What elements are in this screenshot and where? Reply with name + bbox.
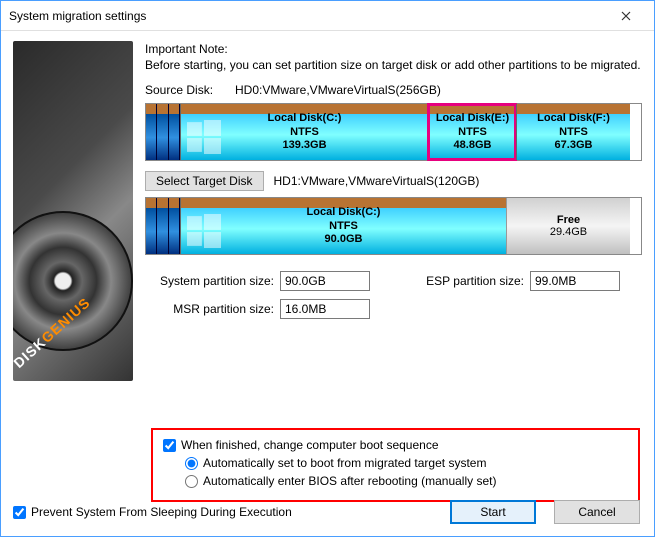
partition-name: Local Disk(F:) bbox=[537, 112, 610, 126]
select-target-disk-button[interactable]: Select Target Disk bbox=[145, 171, 264, 191]
branding-image: DISKGENIUS bbox=[13, 41, 133, 381]
system-partition-size-label: System partition size: bbox=[145, 274, 280, 288]
partition-fs: NTFS bbox=[290, 126, 319, 140]
size-fields: System partition size: ESP partition siz… bbox=[145, 271, 642, 327]
partition-fs: NTFS bbox=[458, 126, 487, 140]
boot-options-block: When finished, change computer boot sequ… bbox=[151, 428, 640, 502]
partition-fs: NTFS bbox=[329, 220, 358, 234]
partition-size: 48.8GB bbox=[454, 139, 492, 153]
close-button[interactable] bbox=[606, 2, 646, 30]
note-heading: Important Note: bbox=[145, 41, 642, 57]
esp-partition-size-label: ESP partition size: bbox=[410, 274, 530, 288]
partition-name: Local Disk(C:) bbox=[268, 112, 342, 126]
windows-icon bbox=[187, 120, 221, 154]
prevent-sleep-row: Prevent System From Sleeping During Exec… bbox=[13, 505, 292, 519]
partition-name: Local Disk(C:) bbox=[307, 206, 381, 220]
esp-partition-size-input[interactable] bbox=[530, 271, 620, 291]
auto-bios-label: Automatically enter BIOS after rebooting… bbox=[203, 474, 496, 488]
system-partition-size-input[interactable] bbox=[280, 271, 370, 291]
auto-boot-label: Automatically set to boot from migrated … bbox=[203, 456, 486, 470]
auto-boot-radio[interactable] bbox=[185, 457, 198, 470]
footer: Prevent System From Sleeping During Exec… bbox=[13, 500, 640, 524]
target-disk-bar: Local Disk(C:)NTFS90.0GBFree29.4GB bbox=[145, 197, 642, 255]
titlebar: System migration settings bbox=[1, 1, 654, 31]
boot-sequence-label: When finished, change computer boot sequ… bbox=[181, 438, 439, 452]
partition-name: Local Disk(E:) bbox=[436, 112, 509, 126]
partition[interactable]: Local Disk(C:)NTFS90.0GB bbox=[180, 198, 506, 254]
partition[interactable]: Local Disk(E:)NTFS48.8GB bbox=[428, 104, 516, 160]
reserved-partitions bbox=[146, 198, 180, 254]
important-note: Important Note: Before starting, you can… bbox=[145, 41, 642, 73]
dialog-window: System migration settings DISKGENIUS Imp… bbox=[0, 0, 655, 537]
partition-size: 139.3GB bbox=[282, 139, 326, 153]
partition[interactable]: Local Disk(F:)NTFS67.3GB bbox=[516, 104, 630, 160]
partition-size: 67.3GB bbox=[555, 139, 593, 153]
target-disk-row: Select Target Disk HD1:VMware,VMwareVirt… bbox=[145, 171, 642, 191]
cancel-button[interactable]: Cancel bbox=[554, 500, 640, 524]
auto-bios-radio[interactable] bbox=[185, 475, 198, 488]
prevent-sleep-label: Prevent System From Sleeping During Exec… bbox=[31, 505, 292, 519]
partition-fs: NTFS bbox=[559, 126, 588, 140]
auto-bios-row: Automatically enter BIOS after rebooting… bbox=[163, 474, 628, 488]
window-title: System migration settings bbox=[9, 9, 606, 23]
note-body: Before starting, you can set partition s… bbox=[145, 57, 642, 73]
auto-boot-row: Automatically set to boot from migrated … bbox=[163, 456, 628, 470]
source-disk-bar: Local Disk(C:)NTFS139.3GBLocal Disk(E:)N… bbox=[145, 103, 642, 161]
boot-sequence-checkbox[interactable] bbox=[163, 439, 176, 452]
boot-sequence-box: When finished, change computer boot sequ… bbox=[151, 428, 640, 502]
windows-icon bbox=[187, 214, 221, 248]
msr-partition-size-input[interactable] bbox=[280, 299, 370, 319]
start-button[interactable]: Start bbox=[450, 500, 536, 524]
boot-sequence-row: When finished, change computer boot sequ… bbox=[163, 438, 628, 452]
free-space[interactable]: Free29.4GB bbox=[506, 198, 630, 254]
prevent-sleep-checkbox[interactable] bbox=[13, 506, 26, 519]
reserved-partitions bbox=[146, 104, 180, 160]
partition-size: 90.0GB bbox=[325, 233, 363, 247]
close-icon bbox=[621, 11, 631, 21]
msr-partition-size-label: MSR partition size: bbox=[145, 302, 280, 316]
source-disk-row: Source Disk: HD0:VMware,VMwareVirtualS(2… bbox=[145, 83, 642, 97]
target-disk-value: HD1:VMware,VMwareVirtualS(120GB) bbox=[274, 174, 480, 188]
source-disk-label: Source Disk: bbox=[145, 83, 235, 97]
source-disk-value: HD0:VMware,VMwareVirtualS(256GB) bbox=[235, 83, 441, 97]
partition[interactable]: Local Disk(C:)NTFS139.3GB bbox=[180, 104, 428, 160]
